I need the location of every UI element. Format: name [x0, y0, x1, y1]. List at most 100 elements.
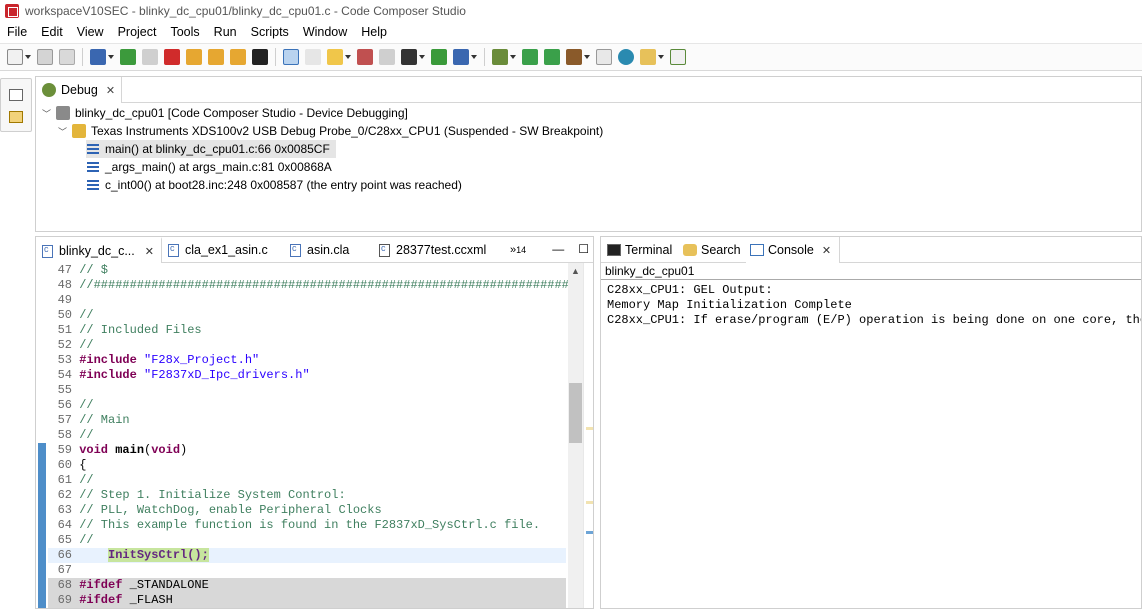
tab-label: asin.cla [307, 243, 350, 257]
toolbar-separator [484, 48, 485, 66]
menu-run[interactable]: Run [207, 25, 244, 39]
step-over-icon[interactable] [208, 49, 224, 65]
external-tools-dropdown-icon[interactable] [658, 55, 664, 59]
tab-debug[interactable]: Debug ✕ [36, 77, 123, 103]
tab-label: blinky_dc_c... [59, 244, 135, 258]
tab-28377test-ccxml[interactable]: 28377test.ccxml [379, 237, 486, 263]
external-tools-icon[interactable] [640, 49, 656, 65]
stack-frame-args-main[interactable]: _args_main() at args_main.c:81 0x00868A [86, 158, 332, 176]
new-dropdown-icon[interactable] [25, 55, 31, 59]
debug-view-icon[interactable] [90, 49, 106, 65]
tab-search[interactable]: Search [683, 237, 741, 263]
new-target-config-icon[interactable] [670, 49, 686, 65]
register-grid-icon[interactable] [252, 49, 268, 65]
save-icon[interactable] [37, 49, 53, 65]
overview-marker[interactable] [586, 501, 593, 504]
code-line: 63 // PLL, WatchDog, enable Peripheral C… [57, 503, 382, 517]
tab-console[interactable]: Console ✕ [746, 237, 841, 263]
step-into-asm-icon[interactable] [544, 49, 560, 65]
more-tabs-button[interactable]: » 14 [510, 237, 526, 263]
stack-frame-icon [86, 178, 100, 192]
debug-bug-dropdown-icon[interactable] [510, 55, 516, 59]
minimize-icon[interactable]: — [552, 242, 564, 256]
menu-window[interactable]: Window [296, 25, 354, 39]
build-dropdown-icon[interactable] [584, 55, 590, 59]
restart-icon[interactable] [327, 49, 343, 65]
search-icon [683, 244, 697, 256]
overview-marker[interactable] [586, 427, 593, 430]
ifdef-directive: #ifdef _FLASH [79, 593, 173, 607]
title-bar: workspaceV10SEC - blinky_dc_cpu01/blinky… [0, 0, 1142, 22]
reset-icon[interactable] [305, 49, 321, 65]
menu-project[interactable]: Project [111, 25, 164, 39]
connect-dropdown-icon[interactable] [471, 55, 477, 59]
scroll-up-icon[interactable]: ▲ [571, 266, 580, 276]
tab-cla-ex1-asin[interactable]: cla_ex1_asin.c [168, 237, 268, 263]
code-editor: blinky_dc_c... ✕ cla_ex1_asin.c asin.cla… [35, 236, 594, 609]
stack-frame-c-int00[interactable]: c_int00() at boot28.inc:248 0x008587 (th… [86, 176, 462, 194]
tab-label: Console [768, 243, 814, 257]
connect-icon[interactable] [453, 49, 469, 65]
load-program-icon[interactable] [401, 49, 417, 65]
close-icon[interactable]: ✕ [822, 244, 831, 257]
terminate-icon[interactable] [164, 49, 180, 65]
resume-icon[interactable] [120, 49, 136, 65]
code-line: 52 // [57, 338, 94, 352]
new-icon[interactable] [7, 49, 23, 65]
stack-frame-icon [86, 160, 100, 174]
thread-suspended-icon [72, 124, 86, 138]
chevron-down-icon[interactable]: ﹀ [42, 107, 52, 120]
remove-breakpoints-icon[interactable] [357, 49, 373, 65]
menu-help[interactable]: Help [354, 25, 394, 39]
close-icon[interactable]: ✕ [106, 84, 115, 97]
stack-frame-main[interactable]: main() at blinky_dc_cpu01.c:66 0x0085CF [86, 140, 336, 158]
instruction-step-icon[interactable] [283, 49, 299, 65]
maximize-icon[interactable]: ☐ [578, 242, 589, 256]
main-declaration: void main(void) [79, 443, 188, 457]
restart-dropdown-icon[interactable] [345, 55, 351, 59]
tab-asin-cla[interactable]: asin.cla [290, 237, 349, 263]
debug-session-node[interactable]: ﹀ blinky_dc_cpu01 [Code Composer Studio … [42, 104, 408, 122]
menu-view[interactable]: View [70, 25, 111, 39]
step-into-icon[interactable] [186, 49, 202, 65]
code-line: 50 // [57, 308, 94, 322]
code-line: 58 // [57, 428, 94, 442]
open-console-icon[interactable] [596, 49, 612, 65]
suspend-icon[interactable] [142, 49, 158, 65]
window-title: workspaceV10SEC - blinky_dc_cpu01/blinky… [25, 4, 466, 18]
chevron-down-icon[interactable]: ﹀ [58, 125, 68, 138]
menu-scripts[interactable]: Scripts [244, 25, 296, 39]
debug-bug-icon[interactable] [492, 49, 508, 65]
stack-frame-icon [86, 142, 100, 156]
restore-icon[interactable] [9, 89, 23, 101]
code-line: 64 // This example function is found in … [57, 518, 541, 532]
debug-bug-icon [42, 83, 56, 97]
overview-marker[interactable] [586, 531, 593, 534]
load-program-dropdown-icon[interactable] [419, 55, 425, 59]
debug-view-dropdown-icon[interactable] [108, 55, 114, 59]
main-toolbar [0, 43, 1142, 71]
code-area[interactable]: 47 // $ 48 //###########################… [36, 263, 593, 608]
overview-ruler [583, 263, 593, 608]
scrollbar-thumb[interactable] [569, 383, 582, 443]
skip-breakpoints-icon[interactable] [379, 49, 395, 65]
build-hammer-icon[interactable] [566, 49, 582, 65]
tab-terminal[interactable]: Terminal [607, 237, 672, 263]
menu-file[interactable]: File [0, 25, 34, 39]
step-return-icon[interactable] [230, 49, 246, 65]
menu-tools[interactable]: Tools [163, 25, 206, 39]
code-line: 59 void main(void) [57, 443, 188, 457]
debug-target-node[interactable]: ﹀ Texas Instruments XDS100v2 USB Debug P… [58, 122, 603, 140]
editor-view-controls: — ☐ [552, 242, 589, 256]
save-all-icon[interactable] [59, 49, 75, 65]
editor-vertical-scrollbar[interactable]: ▲ [568, 263, 583, 608]
tab-blinky-dc-cpu01[interactable]: blinky_dc_c... ✕ [36, 237, 162, 263]
search-icon[interactable] [618, 49, 634, 65]
close-icon[interactable]: ✕ [145, 245, 154, 258]
step-over-asm-icon[interactable] [522, 49, 538, 65]
hidden-tab-count: 14 [516, 245, 527, 255]
menu-edit[interactable]: Edit [34, 25, 70, 39]
project-explorer-icon[interactable] [9, 111, 23, 123]
refresh-icon[interactable] [431, 49, 447, 65]
tab-label: cla_ex1_asin.c [185, 243, 268, 257]
